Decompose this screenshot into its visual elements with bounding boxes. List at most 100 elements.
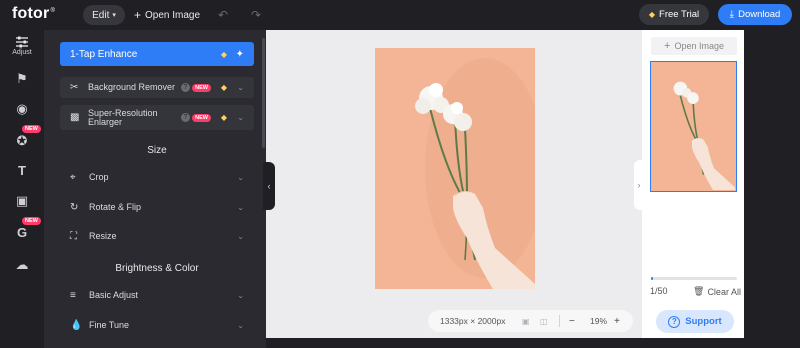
one-tap-enhance-button[interactable]: 1-Tap Enhance ◆ ✦ — [60, 42, 254, 66]
chevron-right-icon: › — [637, 180, 641, 190]
diamond-icon: ◆ — [648, 10, 656, 19]
image-thumbnail[interactable] — [650, 61, 737, 192]
text-icon: T — [18, 163, 26, 178]
free-trial-button[interactable]: ◆ Free Trial — [639, 4, 709, 25]
edit-menu-button[interactable]: Edit ▾ — [83, 5, 125, 25]
super-resolution-item[interactable]: ▩ Super-Resolution Enlarger ? NEW ◆ ⌄ — [60, 105, 254, 130]
background-remover-item[interactable]: ✂ Background Remover ? NEW ◆ ⌄ — [60, 77, 254, 98]
chevron-down-icon: ⌄ — [237, 231, 244, 241]
download-button[interactable]: ⤓ Download — [718, 4, 792, 25]
elements-icon: G — [16, 225, 28, 240]
magic-wand-icon: ✦ — [235, 48, 244, 60]
rail-item-frames[interactable]: ▣ — [0, 194, 44, 208]
zoom-in-button[interactable]: + — [614, 316, 620, 327]
brightness-color-section-title: Brightness & Color — [115, 263, 199, 274]
top-bar: fotor® Edit ▾ + Open Image ↶ ↷ ◆ Free Tr… — [0, 0, 800, 30]
resize-label: Resize — [89, 231, 117, 241]
rail-item-text[interactable]: T — [0, 164, 44, 178]
open-image-side-label: Open Image — [674, 41, 724, 51]
plus-icon: + — [664, 40, 671, 52]
resize-icon: ⛶ — [70, 230, 77, 242]
image-icon[interactable]: ▣ — [522, 317, 530, 326]
plus-icon: + — [134, 8, 142, 22]
crop-item[interactable]: ⌖ Crop ⌄ — [60, 168, 254, 186]
undo-icon[interactable]: ↶ — [218, 8, 228, 22]
divider — [559, 315, 560, 327]
edit-label: Edit — [92, 9, 110, 21]
rail-item-effects[interactable]: ⚑ — [0, 72, 44, 86]
basic-adjust-item[interactable]: ≡ Basic Adjust ⌄ — [60, 286, 254, 304]
size-section-title: Size — [147, 145, 167, 156]
rail-item-adjust[interactable]: Adjust — [0, 36, 44, 56]
chevron-left-icon: ‹ — [267, 181, 271, 191]
image-dimensions: 1333px × 2000px — [440, 316, 506, 326]
super-resolution-line2: Enlarger — [88, 116, 123, 127]
thumbnail-image — [651, 62, 735, 190]
flask-icon: ⚑ — [16, 71, 28, 86]
free-trial-label: Free Trial — [659, 9, 700, 20]
new-badge: NEW — [192, 113, 211, 122]
cloud-upload-icon: ☁ — [15, 257, 29, 272]
enhance-label: 1-Tap Enhance — [70, 48, 138, 60]
bottom-strip — [266, 338, 744, 348]
rail-item-ai-tools[interactable]: ✪ — [0, 134, 44, 148]
resize-item[interactable]: ⛶ Resize ⌄ — [60, 227, 254, 245]
rail-item-cloud[interactable]: ☁ — [0, 258, 44, 272]
rotate-flip-item[interactable]: ↻ Rotate & Flip ⌄ — [60, 198, 254, 216]
open-image-button[interactable]: + Open Image — [134, 8, 200, 22]
chevron-down-icon: ⌄ — [237, 113, 244, 122]
trash-icon: 🗑 — [693, 286, 705, 296]
collapse-panel-button[interactable]: ‹ — [263, 162, 275, 210]
premium-diamond-icon: ◆ — [220, 113, 227, 122]
clear-all-button[interactable]: 🗑 Clear All — [693, 286, 741, 297]
crop-label: Crop — [89, 172, 109, 182]
zoom-out-button[interactable]: − — [569, 316, 575, 327]
help-icon[interactable]: ? — [181, 83, 190, 92]
droplet-icon: 💧 — [70, 319, 83, 331]
compare-icon[interactable]: ◫ — [540, 317, 548, 326]
premium-diamond-icon: ◆ — [220, 49, 227, 59]
support-label: Support — [685, 316, 722, 327]
chevron-down-icon: ⌄ — [237, 202, 244, 212]
super-resolution-label: Super-Resolution Enlarger — [88, 108, 158, 127]
open-image-side-button[interactable]: + Open Image — [651, 37, 737, 55]
flower-photo-image — [375, 48, 535, 289]
support-button[interactable]: ? Support — [656, 310, 734, 333]
new-badge: NEW — [22, 217, 41, 225]
rail-item-elements[interactable]: G — [0, 226, 44, 240]
logo-registered-mark: ® — [50, 7, 56, 14]
sliders-icon — [16, 36, 28, 48]
basic-adjust-label: Basic Adjust — [89, 290, 139, 300]
fine-tune-label: Fine Tune — [89, 320, 130, 330]
tool-rail: Adjust ⚑ ◉ NEW ✪ T ▣ NEW G ☁ — [0, 30, 44, 348]
fine-tune-item[interactable]: 💧 Fine Tune ⌄ — [60, 316, 254, 334]
right-margin — [744, 30, 800, 348]
sliders-icon: ≡ — [70, 289, 76, 301]
chevron-down-icon: ⌄ — [237, 320, 244, 330]
fotor-logo[interactable]: fotor® — [12, 5, 55, 23]
open-image-label: Open Image — [145, 9, 201, 21]
rotate-flip-label: Rotate & Flip — [89, 202, 142, 212]
panel-scrollbar[interactable] — [262, 38, 265, 148]
upload-capacity-bar — [651, 277, 737, 280]
rotate-icon: ↻ — [70, 201, 79, 213]
chevron-down-icon: ▾ — [112, 12, 116, 19]
edited-photo[interactable] — [375, 48, 535, 289]
chevron-down-icon: ⌄ — [237, 290, 244, 300]
premium-diamond-icon: ◆ — [220, 83, 227, 92]
sparkle-circle-icon: ✪ — [16, 133, 28, 148]
zoom-toolbar: 1333px × 2000px ▣ ◫ − 19% + — [428, 310, 633, 332]
upload-capacity-fill — [651, 277, 653, 280]
zoom-level: 19% — [590, 316, 608, 326]
eye-icon: ◉ — [16, 101, 28, 116]
chevron-down-icon: ⌄ — [237, 83, 244, 92]
question-circle-icon: ? — [668, 315, 681, 328]
help-icon[interactable]: ? — [181, 113, 190, 122]
image-count: 1/50 — [650, 286, 668, 296]
crop-icon: ⌖ — [70, 171, 76, 183]
rail-adjust-label: Adjust — [12, 49, 32, 56]
rail-item-beauty[interactable]: ◉ — [0, 102, 44, 116]
redo-icon[interactable]: ↷ — [251, 8, 261, 22]
download-label: Download — [738, 9, 781, 20]
scissors-icon: ✂ — [70, 82, 79, 93]
